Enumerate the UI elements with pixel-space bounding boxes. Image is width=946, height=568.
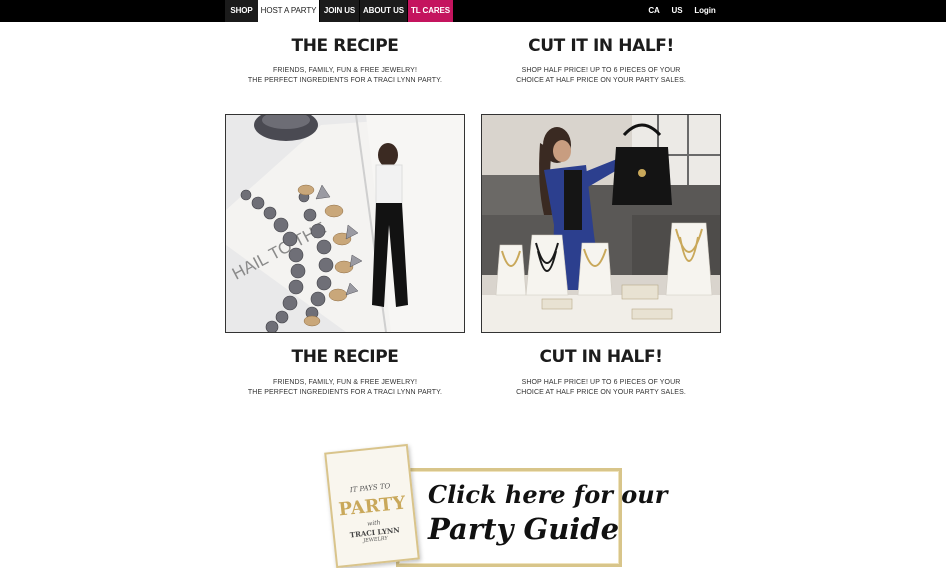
nav-about-us[interactable]: ABOUT US bbox=[360, 0, 407, 22]
party-guide-line-2: Party Guide bbox=[428, 512, 620, 546]
top-nav-bar: SHOP HOST A PARTY JOIN US ABOUT US TL CA… bbox=[0, 0, 946, 22]
recipe-description-top: FRIENDS, FAMILY, FUN & FREE JEWELRY! THE… bbox=[225, 66, 465, 86]
nav-tl-cares[interactable]: TL CARES bbox=[408, 0, 453, 22]
recipe-line-2: THE PERFECT INGREDIENTS FOR A TRACI LYNN… bbox=[247, 389, 443, 396]
nav-shop[interactable]: SHOP bbox=[225, 0, 258, 22]
party-guide-line-1: Click here for our bbox=[428, 480, 668, 509]
cut-in-half-heading-bottom: CUT IN HALF! bbox=[539, 347, 663, 367]
party-guide-card: IT PAYS TO PARTY with TRACI LYNN JEWELRY bbox=[324, 443, 420, 568]
cut-in-half-heading-top: CUT IT IN HALF! bbox=[528, 36, 674, 56]
recipe-description-bottom: FRIENDS, FAMILY, FUN & FREE JEWELRY! THE… bbox=[225, 378, 465, 398]
nav-host-a-party[interactable]: HOST A PARTY bbox=[258, 0, 319, 22]
jewelry-display-image bbox=[482, 115, 720, 332]
jewelry-display-photo[interactable] bbox=[481, 114, 721, 333]
necklace-magazine-photo[interactable]: HAIL TO THE bbox=[225, 114, 465, 333]
nav-country-us[interactable]: US bbox=[666, 0, 688, 22]
party-guide-banner[interactable]: Click here for our Party Guide IT PAYS T… bbox=[324, 440, 667, 568]
nav-join-us[interactable]: JOIN US bbox=[320, 0, 359, 22]
recipe-line-1: FRIENDS, FAMILY, FUN & FREE JEWELRY! bbox=[272, 379, 418, 386]
half-price-line-1: SHOP HALF PRICE! UP TO 6 PIECES OF YOUR bbox=[521, 67, 681, 74]
half-price-description-top: SHOP HALF PRICE! UP TO 6 PIECES OF YOUR … bbox=[481, 66, 721, 86]
recipe-line-1: FRIENDS, FAMILY, FUN & FREE JEWELRY! bbox=[272, 67, 418, 74]
necklace-magazine-image: HAIL TO THE bbox=[226, 115, 464, 332]
nav-country-ca[interactable]: CA bbox=[643, 0, 665, 22]
half-price-line-1: SHOP HALF PRICE! UP TO 6 PIECES OF YOUR bbox=[521, 379, 681, 386]
recipe-line-2: THE PERFECT INGREDIENTS FOR A TRACI LYNN… bbox=[247, 77, 443, 84]
half-price-description-bottom: SHOP HALF PRICE! UP TO 6 PIECES OF YOUR … bbox=[481, 378, 721, 398]
recipe-heading-bottom: THE RECIPE bbox=[291, 347, 399, 367]
half-price-line-2: CHOICE AT HALF PRICE ON YOUR PARTY SALES… bbox=[516, 389, 686, 396]
half-price-line-2: CHOICE AT HALF PRICE ON YOUR PARTY SALES… bbox=[516, 77, 686, 84]
recipe-heading-top: THE RECIPE bbox=[291, 36, 399, 56]
nav-login[interactable]: Login bbox=[689, 0, 721, 22]
